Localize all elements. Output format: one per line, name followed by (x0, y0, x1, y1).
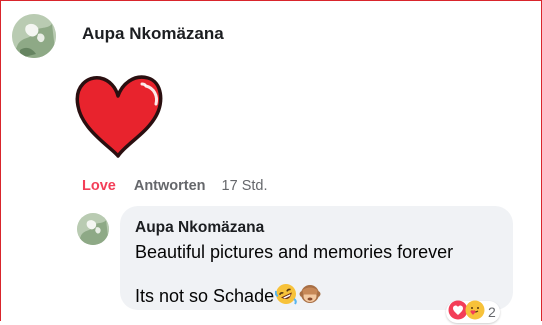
reply-avatar[interactable] (77, 213, 109, 245)
comment-timestamp[interactable]: 17 Std. (222, 178, 268, 194)
avatar-photo-icon (12, 14, 56, 58)
reply-text-line2: Its not so Schade (135, 286, 275, 306)
comment-author-name[interactable]: Aupa Nkomäzana (82, 24, 224, 44)
heart-sticker-icon (72, 72, 164, 167)
reply-button[interactable]: Antworten (134, 178, 206, 194)
comment-actions: Love Antworten 17 Std. (82, 178, 267, 194)
avatar-photo-icon (77, 213, 109, 245)
reply-author-name[interactable]: Aupa Nkomäzana (135, 219, 264, 237)
love-reaction-button[interactable]: Love (82, 178, 116, 194)
reply-text: Beautiful pictures and memories forever (135, 242, 454, 262)
reply-text-second-line: Its not so Schade (135, 283, 321, 310)
avatar[interactable] (12, 14, 56, 58)
reactions-summary[interactable]: 2 (446, 300, 500, 325)
see-no-evil-monkey-emoji-icon (299, 283, 321, 310)
reaction-count: 2 (488, 304, 496, 320)
care-reaction-icon (465, 300, 485, 325)
rolling-laughing-emoji-icon (274, 283, 297, 310)
